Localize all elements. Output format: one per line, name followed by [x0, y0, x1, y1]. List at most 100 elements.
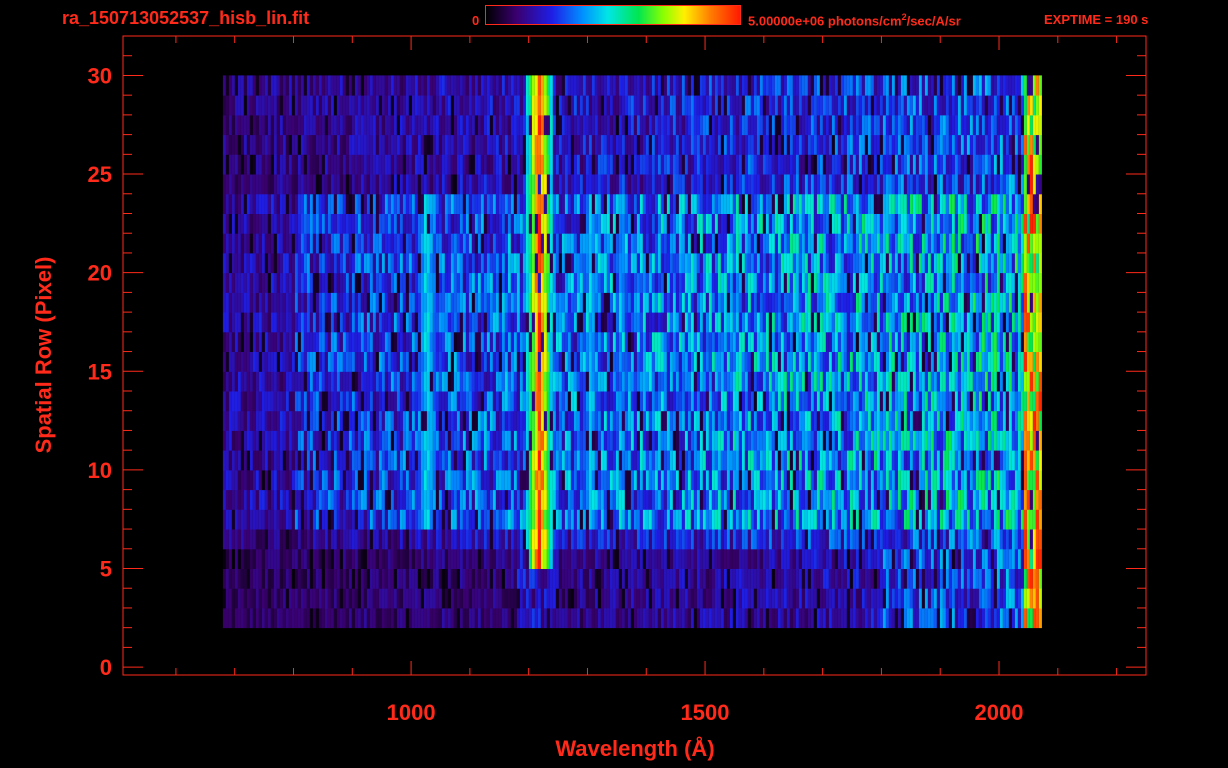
heatmap-cell [555, 371, 559, 392]
heatmap-cell [1026, 430, 1030, 451]
heatmap-cell [339, 272, 343, 293]
heatmap-cell [639, 529, 643, 550]
heatmap-cell [978, 430, 982, 451]
heatmap-cell [996, 607, 1000, 629]
heatmap-cell [447, 272, 451, 293]
heatmap-cell [900, 529, 904, 550]
heatmap-cell [864, 568, 868, 589]
heatmap-cell [1005, 272, 1009, 293]
heatmap-cell [303, 272, 307, 293]
heatmap-cell [432, 450, 436, 471]
heatmap-cell [306, 312, 310, 333]
heatmap-cell [609, 509, 613, 530]
heatmap-cell [951, 410, 955, 431]
heatmap-cell [531, 509, 535, 530]
heatmap-cell [894, 272, 898, 293]
heatmap-cell [762, 410, 766, 431]
heatmap-cell [720, 607, 724, 629]
heatmap-cell [864, 509, 868, 530]
heatmap-cell [642, 292, 646, 313]
heatmap-cell [732, 548, 736, 569]
heatmap-cell [843, 588, 847, 609]
heatmap-cell [438, 607, 442, 629]
heatmap-cell [588, 292, 592, 313]
heatmap-cell [663, 430, 667, 451]
heatmap-cell [672, 331, 676, 352]
heatmap-cell [774, 568, 778, 589]
heatmap-cell [813, 410, 817, 431]
heatmap-cell [1020, 450, 1024, 471]
heatmap-cell [678, 607, 682, 629]
heatmap-cell [351, 430, 355, 451]
heatmap-cell [285, 430, 289, 451]
heatmap-cell [804, 272, 808, 293]
heatmap-cell [534, 272, 538, 293]
heatmap-cell [474, 509, 478, 530]
heatmap-cell [630, 391, 634, 412]
heatmap-cell [567, 331, 571, 352]
heatmap-cell [870, 450, 874, 471]
heatmap-cell [1002, 272, 1006, 293]
heatmap-cell [894, 509, 898, 530]
heatmap-cell [279, 469, 283, 491]
heatmap-cell [567, 529, 571, 550]
heatmap-cell [342, 430, 346, 451]
heatmap-cell [222, 351, 226, 372]
heatmap-cell [255, 588, 259, 609]
heatmap-cell [459, 450, 463, 471]
heatmap-cell [957, 312, 961, 333]
heatmap-cell [549, 351, 553, 372]
heatmap-cell [438, 430, 442, 451]
heatmap-cell [885, 568, 889, 589]
heatmap-cell [729, 588, 733, 609]
heatmap-cell [612, 568, 616, 589]
heatmap-cell [594, 469, 598, 491]
heatmap-cell [1014, 509, 1018, 530]
heatmap-cell [951, 568, 955, 589]
heatmap-cell [489, 410, 493, 431]
heatmap-cell [585, 391, 589, 412]
heatmap-cell [300, 450, 304, 471]
heatmap-cell [240, 607, 244, 629]
heatmap-cell [900, 568, 904, 589]
heatmap-cell [252, 410, 256, 431]
heatmap-cell [897, 607, 901, 629]
heatmap-cell [294, 469, 298, 491]
heatmap-cell [231, 292, 235, 313]
heatmap-cell [708, 509, 712, 530]
heatmap-cell [747, 509, 751, 530]
spectrum-plot: 1000 1500 2000051015202530 [88, 35, 1147, 725]
heatmap-cell [669, 410, 673, 431]
heatmap-cell [594, 529, 598, 550]
heatmap-cell [363, 430, 367, 451]
heatmap-cell [360, 548, 364, 569]
heatmap-cell [519, 588, 523, 609]
heatmap-cell [1035, 312, 1039, 333]
heatmap-cell [300, 391, 304, 412]
heatmap-cell [768, 351, 772, 372]
heatmap-cell [636, 568, 640, 589]
heatmap-cell [378, 252, 382, 274]
heatmap-cell [273, 548, 277, 569]
heatmap-cell [345, 351, 349, 372]
heatmap-cell [684, 371, 688, 392]
heatmap-cell [786, 568, 790, 589]
heatmap-cell [879, 312, 883, 333]
heatmap-cell [876, 331, 880, 352]
heatmap-cell [861, 568, 865, 589]
heatmap-cell [402, 450, 406, 471]
heatmap-cell [786, 548, 790, 569]
heatmap-cell [228, 272, 232, 293]
heatmap-cell [852, 509, 856, 530]
heatmap-cell [960, 272, 964, 293]
heatmap-cell [414, 509, 418, 530]
heatmap-cell [420, 312, 424, 333]
heatmap-cell [474, 331, 478, 352]
heatmap-cell [699, 489, 703, 510]
heatmap-cell [699, 292, 703, 313]
heatmap-cell [975, 548, 979, 569]
heatmap-cell [696, 331, 700, 352]
heatmap-cell [363, 312, 367, 333]
heatmap-cell [648, 371, 652, 392]
heatmap-cell [1002, 548, 1006, 569]
